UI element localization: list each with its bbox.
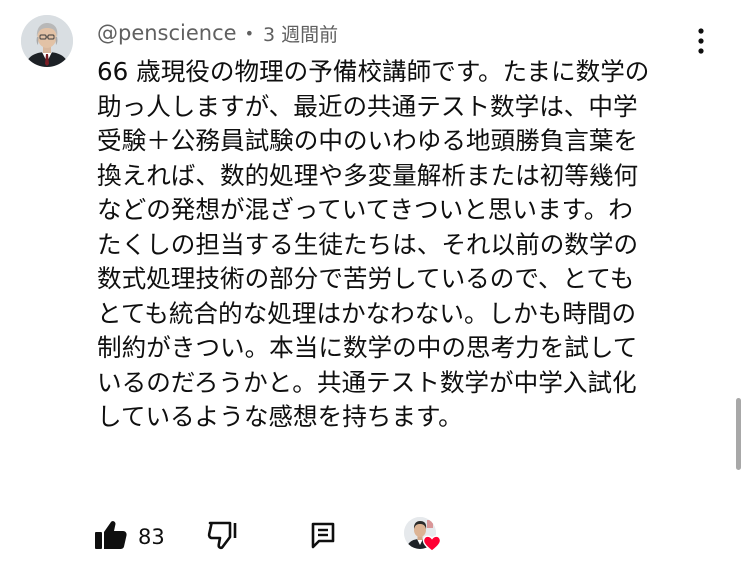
creator-heart-badge[interactable] — [404, 517, 448, 557]
meta-separator: • — [244, 23, 255, 43]
reply-button[interactable] — [309, 515, 337, 559]
comment-line: 受験＋公務員試験の中のいわゆる地頭勝負言葉を — [97, 126, 639, 155]
dislike-button[interactable] — [206, 515, 240, 559]
comment-line: 制約がきつい。本当に数学の中の思考力を試して — [97, 333, 638, 362]
comment-line: 数式処理技術の部分で苦労しているので、とても — [97, 264, 635, 293]
comment-timestamp[interactable]: 3 週間前 — [263, 20, 338, 47]
more-actions-icon[interactable] — [690, 24, 712, 58]
author-avatar[interactable] — [21, 15, 73, 67]
comment-text: 66 歳現役の物理の予備校講師です。たまに数学の 助っ人しますが、最近の共通テス… — [97, 55, 697, 435]
comment-line: たくしの担当する生徒たちは、それ以前の数学の — [97, 229, 639, 259]
comment-line: 助っ人しますが、最近の共通テスト数学は、中学 — [97, 91, 638, 121]
comment-line: 換えれば、数的処理や多変量解析または初等幾何 — [97, 160, 639, 190]
author-handle[interactable]: @penscience — [97, 21, 237, 45]
comment-line: とても統合的な処理はかなわない。しかも時間の — [97, 298, 637, 328]
comment-reply-icon — [309, 520, 337, 554]
comment-line: いるのだろうかと。共通テスト数学が中学入試化 — [97, 367, 637, 397]
thumbs-down-icon — [206, 518, 240, 556]
comment-line: しているような感想を持ちます。 — [97, 402, 463, 431]
comment-line: などの発想が混ざっていてきついと思います。わ — [97, 195, 633, 224]
comment-header: @penscience • 3 週間前 — [97, 18, 338, 48]
like-count: 83 — [138, 525, 165, 549]
page-scrollbar[interactable] — [736, 398, 741, 470]
heart-icon — [422, 533, 442, 553]
thumbs-up-icon — [94, 519, 128, 555]
comment-action-bar: 83 — [94, 515, 514, 559]
like-button[interactable]: 83 — [94, 515, 165, 559]
comment-line: 66 歳現役の物理の予備校講師です。たまに数学の — [97, 57, 650, 86]
